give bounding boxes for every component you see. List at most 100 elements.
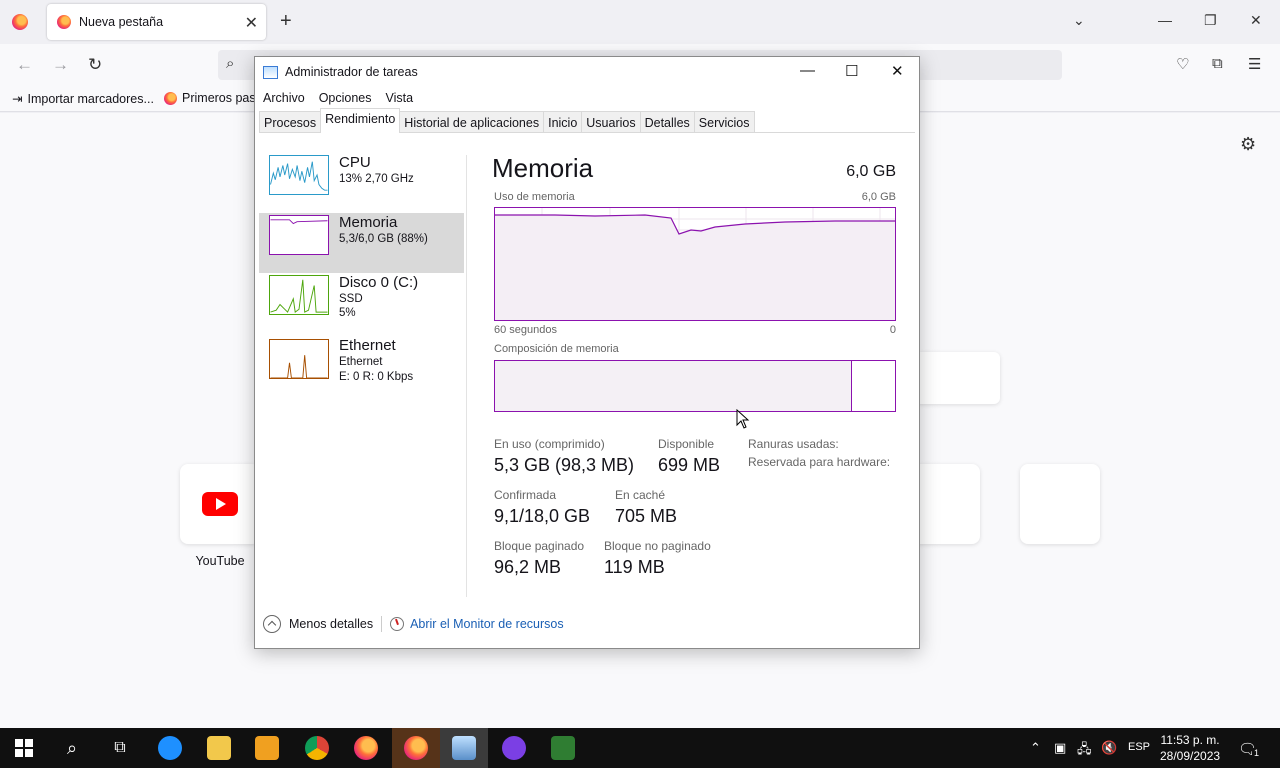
minimize-icon[interactable]: — <box>800 62 815 79</box>
resource-cpu[interactable]: CPU 13% 2,70 GHz <box>259 153 464 213</box>
tab-rendimiento[interactable]: Rendimiento <box>320 108 401 133</box>
stat-label: En caché <box>615 488 666 502</box>
tab-usuarios[interactable]: Usuarios <box>581 111 641 132</box>
footer-separator <box>381 616 383 632</box>
resource-name: CPU <box>339 154 371 171</box>
browser-tab-new[interactable]: Nueva pestaña ✕ <box>47 4 266 40</box>
composition-in-use <box>495 361 852 411</box>
shortcut-youtube[interactable] <box>180 464 260 544</box>
tab-servicios[interactable]: Servicios <box>693 111 755 132</box>
resource-detail: 13% 2,70 GHz <box>339 173 414 185</box>
memory-total: 6,0 GB <box>846 163 896 180</box>
resource-monitor-icon <box>390 617 405 631</box>
minimize-icon[interactable]: — <box>1158 12 1172 28</box>
windows-icon <box>15 739 33 757</box>
tab-historial[interactable]: Historial de aplicaciones <box>399 111 545 132</box>
resource-detail: 5% <box>339 307 356 319</box>
bookmark-getting-started[interactable]: Primeros pas <box>164 91 256 105</box>
window-title: Administrador de tareas <box>285 65 418 79</box>
disk-thumbnail <box>269 275 329 315</box>
chevron-up-icon[interactable] <box>263 615 281 633</box>
new-tab-button[interactable]: + <box>280 10 292 33</box>
media-player-icon[interactable] <box>243 728 291 768</box>
extensions-icon[interactable]: ⧉ <box>1212 55 1223 72</box>
firefox-logo-icon[interactable] <box>12 14 28 30</box>
title-bar[interactable]: Administrador de tareas — ☐ ✕ <box>255 57 919 87</box>
task-manager-taskbar-icon[interactable] <box>440 728 488 768</box>
mouse-cursor-icon <box>736 409 750 429</box>
start-button[interactable] <box>0 728 48 768</box>
stat-label: Bloque paginado <box>494 539 585 553</box>
back-icon[interactable]: ← <box>16 55 33 75</box>
pane-divider[interactable] <box>466 155 467 597</box>
reload-icon[interactable]: ↻ <box>88 55 102 75</box>
window-close-icon[interactable]: ✕ <box>1250 12 1262 29</box>
forward-icon[interactable]: → <box>52 55 69 75</box>
stat-label: Disponible <box>658 437 715 451</box>
usage-label: Uso de memoria <box>494 191 575 203</box>
file-explorer-icon[interactable] <box>195 728 243 768</box>
task-manager-icon <box>263 66 278 79</box>
usage-max: 6,0 GB <box>861 191 896 203</box>
task-manager-window: Administrador de tareas — ☐ ✕ Archivo Op… <box>254 56 920 649</box>
task-view-icon[interactable]: ⧉ <box>96 728 144 768</box>
chevron-up-icon[interactable]: ⌃ <box>1030 740 1041 756</box>
search-icon[interactable]: ⌕ <box>48 728 96 768</box>
close-icon[interactable]: ✕ <box>891 62 904 80</box>
list-tabs-icon[interactable]: ⌄ <box>1073 12 1085 29</box>
menu-vista[interactable]: Vista <box>386 91 414 105</box>
resource-name: Disco 0 (C:) <box>339 274 419 291</box>
resource-disco[interactable]: Disco 0 (C:) SSD 5% <box>259 273 464 333</box>
tab-inicio[interactable]: Inicio <box>543 111 583 132</box>
internet-explorer-icon[interactable] <box>146 728 194 768</box>
firefox-icon[interactable] <box>342 728 390 768</box>
time-axis-left: 60 segundos <box>494 324 557 336</box>
resource-detail: Ethernet <box>339 356 383 368</box>
terminal-icon[interactable] <box>539 728 587 768</box>
tab-procesos[interactable]: Procesos <box>259 111 322 132</box>
stat-value: 96,2 MB <box>494 557 562 577</box>
tab-close-icon[interactable]: ✕ <box>245 13 258 33</box>
maximize-icon[interactable]: ☐ <box>845 62 858 80</box>
shortcut-empty[interactable] <box>1020 464 1100 544</box>
menu-archivo[interactable]: Archivo <box>263 91 305 105</box>
resource-memoria[interactable]: Memoria 5,3/6,0 GB (88%) <box>259 213 464 273</box>
tab-detalles[interactable]: Detalles <box>639 111 695 132</box>
youtube-icon <box>202 492 238 516</box>
stat-label: Bloque no paginado <box>604 539 711 553</box>
memory-thumbnail <box>269 215 329 255</box>
restore-icon[interactable]: ❐ <box>1204 12 1217 29</box>
menu-icon[interactable]: ☰ <box>1248 55 1261 73</box>
volume-muted-icon[interactable]: 🔇 <box>1101 740 1117 756</box>
device-icon[interactable]: ▣ <box>1054 740 1066 756</box>
clock[interactable]: 11:53 p. m. 28/09/2023 <box>1160 732 1220 764</box>
notification-count: 1 <box>1252 748 1262 758</box>
chrome-icon[interactable] <box>293 728 341 768</box>
firefox-active-icon[interactable] <box>392 728 440 768</box>
less-details-button[interactable]: Menos detalles <box>289 617 373 631</box>
network-icon[interactable]: 🖧 <box>1077 740 1092 762</box>
stat-value: 9,1/18,0 GB <box>494 506 591 526</box>
resource-monitor-link[interactable]: Abrir el Monitor de recursos <box>410 617 564 631</box>
clock-time: 11:53 p. m. <box>1160 733 1220 747</box>
resource-ethernet[interactable]: Ethernet Ethernet E: 0 R: 0 Kbps <box>259 337 464 399</box>
firefox-favicon-icon <box>57 15 71 29</box>
menu-opciones[interactable]: Opciones <box>319 91 372 105</box>
pocket-icon[interactable]: ♡ <box>1176 55 1189 73</box>
stat-value: 705 MB <box>615 506 678 526</box>
stat-label: Ranuras usadas: <box>748 437 839 451</box>
language-indicator[interactable]: ESP <box>1128 741 1150 753</box>
ethernet-thumbnail <box>269 339 329 379</box>
search-box[interactable] <box>915 352 1000 404</box>
stat-label: Confirmada <box>494 488 557 502</box>
gear-icon[interactable]: ⚙ <box>1240 134 1256 155</box>
import-icon: ⇥ <box>12 92 23 106</box>
bookmark-import[interactable]: ⇥ Importar marcadores... <box>12 91 154 107</box>
app-icon[interactable] <box>490 728 538 768</box>
composition-label: Composición de memoria <box>494 343 619 355</box>
resource-name: Memoria <box>339 214 398 231</box>
page-title: Memoria <box>492 153 594 183</box>
tab-strip: Procesos Rendimiento Historial de aplica… <box>259 108 915 133</box>
resource-detail: 5,3/6,0 GB (88%) <box>339 233 428 245</box>
time-axis-right: 0 <box>889 324 896 336</box>
